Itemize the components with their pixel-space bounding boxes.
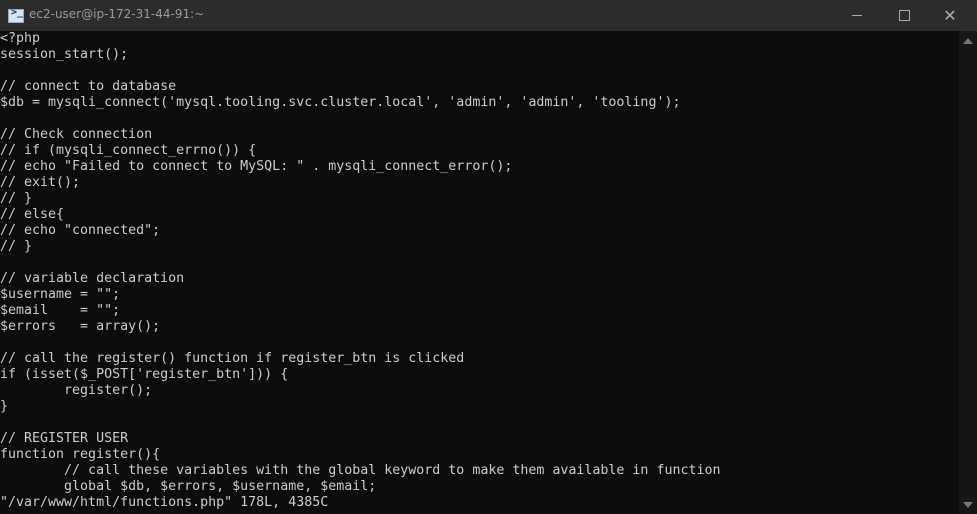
terminal-line: // connect to database: [0, 79, 177, 94]
terminal-line: // if (mysqli_connect_errno()) {: [0, 143, 257, 158]
terminal-line: register();: [0, 383, 153, 398]
terminal-line: global $db, $errors, $username, $email;: [0, 479, 377, 494]
scroll-down-icon[interactable]: [963, 502, 973, 508]
terminal-line: // echo "Failed to connect to MySQL: " .…: [0, 159, 513, 174]
terminal-line: // echo "connected";: [0, 223, 161, 238]
terminal-line: // call these variables with the global …: [0, 463, 721, 478]
scroll-up-icon[interactable]: [963, 38, 973, 44]
terminal-line: $db = mysqli_connect('mysql.tooling.svc.…: [0, 95, 681, 110]
maximize-icon: [899, 10, 910, 21]
terminal-line: <?php: [0, 31, 41, 46]
terminal-line: if (isset($_POST['register_btn'])) {: [0, 367, 289, 382]
vim-status-line: "/var/www/html/functions.php" 178L, 4385…: [0, 495, 329, 510]
terminal-line: // REGISTER USER: [0, 431, 129, 446]
terminal-line: // }: [0, 239, 33, 254]
terminal-line: session_start();: [0, 47, 129, 62]
minimize-button[interactable]: [835, 0, 881, 31]
terminal-output[interactable]: <?php session_start(); // connect to datab…: [0, 31, 959, 514]
minimize-icon: [852, 15, 862, 16]
terminal-line: // Check connection: [0, 127, 153, 142]
terminal-line: // call the register() function if regis…: [0, 351, 465, 366]
terminal-line: function register(){: [0, 447, 161, 462]
terminal-line: // }: [0, 191, 33, 206]
close-button[interactable]: ✕: [927, 0, 973, 31]
terminal-line: // exit();: [0, 175, 81, 190]
maximize-button[interactable]: [881, 0, 927, 31]
terminal-line: // else{: [0, 207, 65, 222]
terminal-line: $email = "";: [0, 303, 121, 318]
terminal-line: // variable declaration: [0, 271, 185, 286]
terminal-line: $username = "";: [0, 287, 121, 302]
window-title: ec2-user@ip-172-31-44-91:~: [29, 7, 205, 21]
scrollbar[interactable]: [959, 31, 977, 514]
terminal-line: $errors = array();: [0, 319, 161, 334]
title-bar[interactable]: >_ ec2-user@ip-172-31-44-91:~ ✕: [0, 0, 977, 31]
terminal-line: }: [0, 399, 9, 414]
powershell-icon: >_: [8, 7, 24, 23]
